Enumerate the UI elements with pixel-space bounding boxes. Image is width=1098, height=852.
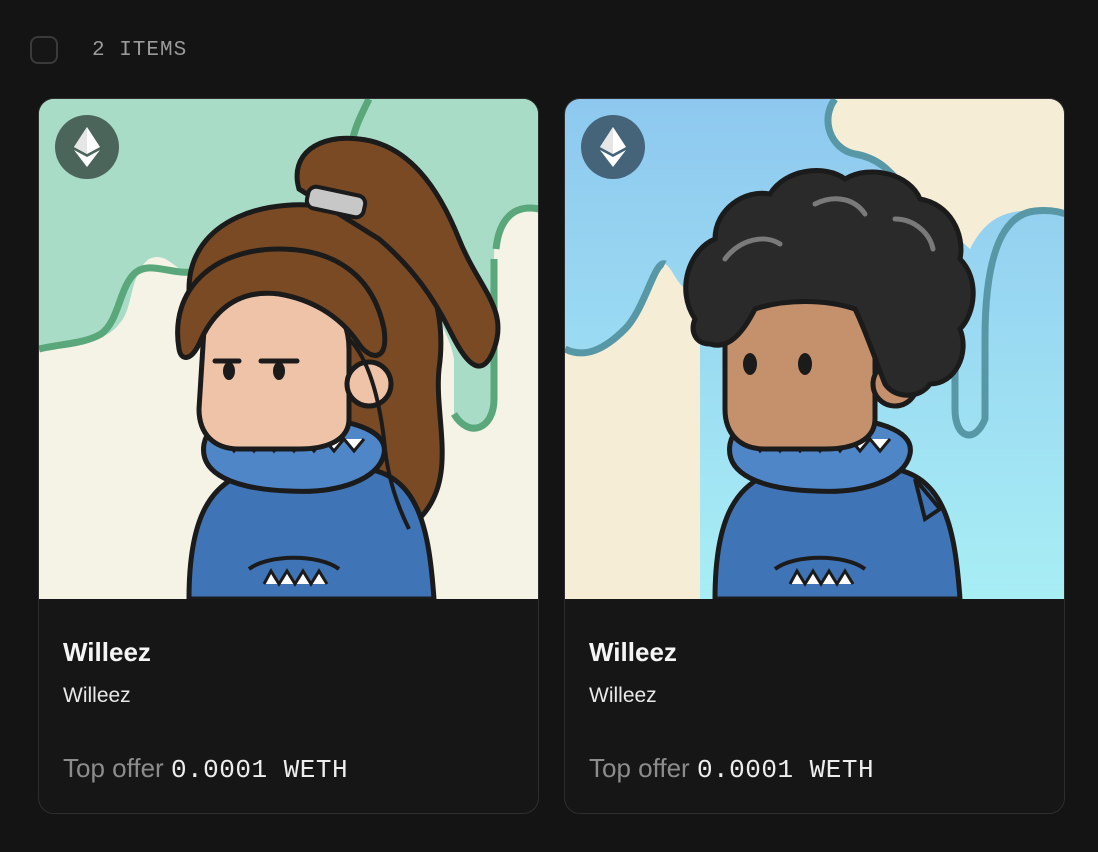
top-offer-label: Top offer: [63, 753, 164, 783]
card-info: Willeez Willeez Top offer 0.0001 WETH: [39, 599, 538, 785]
results-header: 2 ITEMS: [30, 34, 187, 66]
collection-name[interactable]: Willeez: [589, 683, 1040, 709]
nft-card[interactable]: Willeez Willeez Top offer 0.0001 WETH: [38, 98, 539, 814]
top-offer-value: 0.0001 WETH: [170, 755, 349, 785]
top-offer-label: Top offer: [589, 753, 690, 783]
nft-image[interactable]: [39, 99, 538, 599]
ethereum-icon: [581, 115, 645, 179]
nft-image[interactable]: [565, 99, 1064, 599]
top-offer: Top offer 0.0001 WETH: [589, 753, 1040, 785]
ethereum-icon: [55, 115, 119, 179]
nft-name[interactable]: Willeez: [63, 637, 514, 667]
item-count: 2 ITEMS: [92, 38, 188, 62]
card-info: Willeez Willeez Top offer 0.0001 WETH: [565, 599, 1064, 785]
nft-card[interactable]: Willeez Willeez Top offer 0.0001 WETH: [564, 98, 1065, 814]
select-all-checkbox[interactable]: [30, 36, 58, 64]
nft-name[interactable]: Willeez: [589, 637, 1040, 667]
girl-avatar-illustration: [39, 99, 538, 599]
top-offer: Top offer 0.0001 WETH: [63, 753, 514, 785]
item-grid: Willeez Willeez Top offer 0.0001 WETH Wi…: [38, 98, 1065, 814]
boy-avatar-illustration: [565, 99, 1064, 599]
collection-name[interactable]: Willeez: [63, 683, 514, 709]
page: 2 ITEMS Willeez Willeez Top offer 0.0001…: [0, 0, 1098, 852]
top-offer-value: 0.0001 WETH: [696, 755, 875, 785]
